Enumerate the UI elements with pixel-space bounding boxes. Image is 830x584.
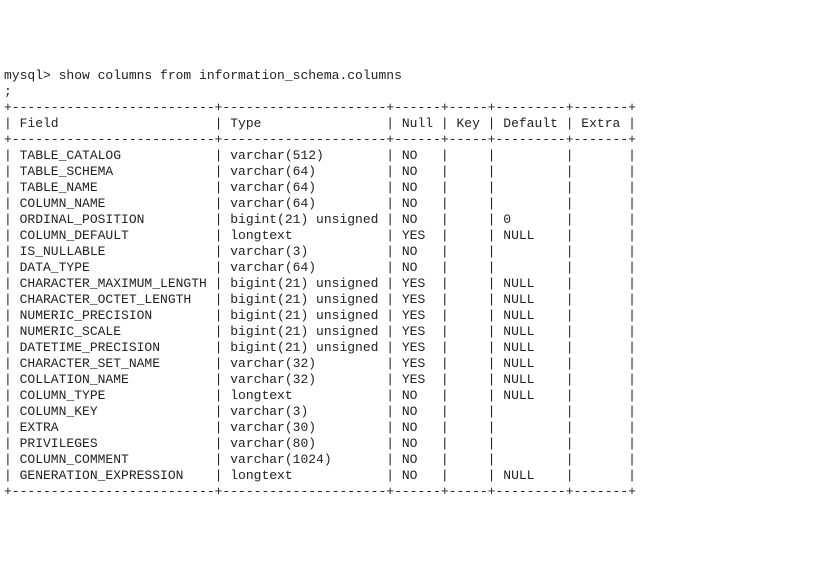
mysql-terminal-output: mysql> show columns from information_sch…	[4, 68, 826, 500]
